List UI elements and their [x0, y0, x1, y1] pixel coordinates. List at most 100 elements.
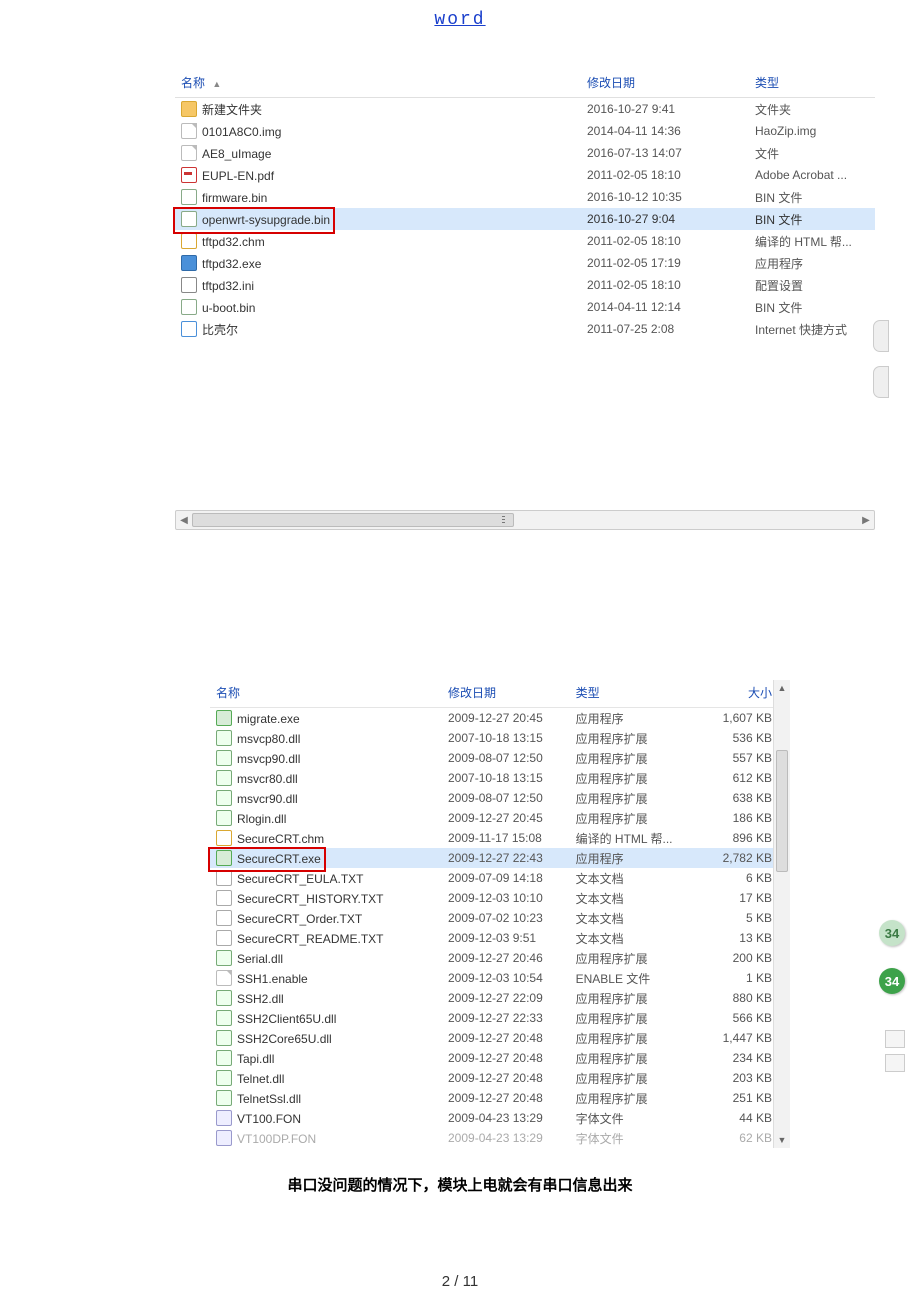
right-side-knobs [873, 320, 889, 412]
table-row[interactable]: EUPL-EN.pdf2011-02-05 18:10Adobe Acrobat… [175, 164, 875, 186]
table-row[interactable]: SecureCRT_HISTORY.TXT2009-12-03 10:10文本文… [210, 888, 790, 908]
file-name: EUPL-EN.pdf [202, 169, 274, 183]
file-name: u-boot.bin [202, 301, 255, 315]
dll-icon [216, 810, 232, 826]
file-date: 2009-12-27 20:46 [442, 948, 570, 968]
table-row[interactable]: SSH1.enable2009-12-03 10:54ENABLE 文件1 KB [210, 968, 790, 988]
table-row[interactable]: SecureCRT_Order.TXT2009-07-02 10:23文本文档5… [210, 908, 790, 928]
table-row[interactable]: VT100DP.FON2009-04-23 13:29字体文件62 KB [210, 1128, 790, 1148]
table-row[interactable]: Rlogin.dll2009-12-27 20:45应用程序扩展186 KB [210, 808, 790, 828]
file-name: msvcp90.dll [237, 752, 300, 766]
table-row[interactable]: Telnet.dll2009-12-27 20:48应用程序扩展203 KB [210, 1068, 790, 1088]
dll-icon [216, 730, 232, 746]
file-list-panel-2: 名称 修改日期 类型 大小 migrate.exe2009-12-27 20:4… [210, 680, 790, 1148]
file-type: BIN 文件 [749, 186, 875, 208]
scroll-left-icon[interactable]: ◀ [176, 515, 192, 526]
table-row[interactable]: 比壳尔2011-07-25 2:08Internet 快捷方式 [175, 318, 875, 340]
table-row[interactable]: msvcr80.dll2007-10-18 13:15应用程序扩展612 KB [210, 768, 790, 788]
file-name: SecureCRT.exe [237, 852, 321, 866]
table-row[interactable]: Serial.dll2009-12-27 20:46应用程序扩展200 KB [210, 948, 790, 968]
file-date: 2016-10-27 9:04 [581, 208, 749, 230]
table-row[interactable]: msvcp80.dll2007-10-18 13:15应用程序扩展536 KB [210, 728, 790, 748]
txt-icon [216, 910, 232, 926]
file-date: 2016-10-27 9:41 [581, 98, 749, 121]
table-row[interactable]: tftpd32.chm2011-02-05 18:10编译的 HTML 帮... [175, 230, 875, 252]
col-date-header-2[interactable]: 修改日期 [442, 680, 570, 708]
vertical-scrollbar[interactable]: ▲ ▼ [773, 680, 790, 1148]
file-name: msvcp80.dll [237, 732, 300, 746]
dll-icon [216, 790, 232, 806]
folder-icon [181, 101, 197, 117]
col-name-header[interactable]: 名称 ▲ [175, 70, 581, 98]
file-date: 2009-12-03 10:54 [442, 968, 570, 988]
knob-icon [873, 366, 889, 398]
file-date: 2009-11-17 15:08 [442, 828, 570, 848]
net-icon [181, 321, 197, 337]
table-row[interactable]: SecureCRT.exe2009-12-27 22:43应用程序2,782 K… [210, 848, 790, 868]
step-badges: 34 34 [879, 920, 905, 1016]
col-type-header[interactable]: 类型 [749, 70, 875, 98]
file-type: 字体文件 [570, 1128, 686, 1148]
file-date: 2009-08-07 12:50 [442, 748, 570, 768]
table-row[interactable]: AE8_uImage2016-07-13 14:07文件 [175, 142, 875, 164]
dll-icon [216, 1090, 232, 1106]
col-date-header[interactable]: 修改日期 [581, 70, 749, 98]
scroll-thumb[interactable] [192, 513, 514, 527]
file-date: 2014-04-11 12:14 [581, 296, 749, 318]
file-type: 应用程序扩展 [570, 808, 686, 828]
table-row[interactable]: VT100.FON2009-04-23 13:29字体文件44 KB [210, 1108, 790, 1128]
file-type: 应用程序扩展 [570, 1048, 686, 1068]
table-row[interactable]: SecureCRT_EULA.TXT2009-07-09 14:18文本文档6 … [210, 868, 790, 888]
file-type: 文本文档 [570, 908, 686, 928]
table-row[interactable]: firmware.bin 2016-10-12 10:35BIN 文件 [175, 186, 875, 208]
table-row[interactable]: Tapi.dll2009-12-27 20:48应用程序扩展234 KB [210, 1048, 790, 1068]
table-row[interactable]: SSH2.dll2009-12-27 22:09应用程序扩展880 KB [210, 988, 790, 1008]
file-date: 2011-02-05 18:10 [581, 164, 749, 186]
table-row[interactable]: SecureCRT_README.TXT2009-12-03 9:51文本文档1… [210, 928, 790, 948]
file-type: 应用程序扩展 [570, 1068, 686, 1088]
file-type: 文件夹 [749, 98, 875, 121]
file-date: 2007-10-18 13:15 [442, 768, 570, 788]
table-row[interactable]: 新建文件夹2016-10-27 9:41文件夹 [175, 98, 875, 121]
file-type: 应用程序扩展 [570, 788, 686, 808]
file-date: 2009-12-27 22:09 [442, 988, 570, 1008]
file-date: 2016-10-12 10:35 [581, 186, 749, 208]
table-row[interactable]: SSH2Core65U.dll2009-12-27 20:48应用程序扩展1,4… [210, 1028, 790, 1048]
table-row[interactable]: migrate.exe2009-12-27 20:45应用程序1,607 KB [210, 708, 790, 729]
table-row[interactable]: SecureCRT.chm2009-11-17 15:08编译的 HTML 帮.… [210, 828, 790, 848]
table-row[interactable]: msvcp90.dll2009-08-07 12:50应用程序扩展557 KB [210, 748, 790, 768]
font-icon [216, 1110, 232, 1126]
ini-icon [181, 277, 197, 293]
scroll-thumb-v[interactable] [776, 750, 788, 872]
chm-icon [181, 233, 197, 249]
table-row[interactable]: TelnetSsl.dll2009-12-27 20:48应用程序扩展251 K… [210, 1088, 790, 1108]
table-row[interactable]: tftpd32.ini2011-02-05 18:10配置设置 [175, 274, 875, 296]
file-type: 应用程序扩展 [570, 988, 686, 1008]
scroll-track[interactable] [192, 511, 858, 529]
step-badge-34b: 34 [879, 968, 905, 994]
scroll-down-icon[interactable]: ▼ [774, 1132, 790, 1148]
horizontal-scrollbar[interactable]: ◀ ▶ [175, 510, 875, 530]
col-type-header-2[interactable]: 类型 [570, 680, 686, 708]
top-word-link[interactable]: word [0, 10, 920, 30]
table-row[interactable]: tftpd32.exe2011-02-05 17:19应用程序 [175, 252, 875, 274]
scroll-right-icon[interactable]: ▶ [858, 515, 874, 526]
file-name: Tapi.dll [237, 1052, 274, 1066]
file-name: firmware.bin [202, 191, 267, 205]
file-name: AE8_uImage [202, 147, 271, 161]
font-icon [216, 1130, 232, 1146]
app-icon [216, 710, 232, 726]
file-type: 应用程序扩展 [570, 728, 686, 748]
scroll-up-icon[interactable]: ▲ [774, 680, 790, 696]
table-row[interactable]: SSH2Client65U.dll2009-12-27 22:33应用程序扩展5… [210, 1008, 790, 1028]
table-row[interactable]: 0101A8C0.img2014-04-11 14:36HaoZip.img [175, 120, 875, 142]
file-date: 2014-04-11 14:36 [581, 120, 749, 142]
file-type: 字体文件 [570, 1108, 686, 1128]
file-date: 2009-07-02 10:23 [442, 908, 570, 928]
exe-icon [181, 255, 197, 271]
table-row[interactable]: u-boot.bin2014-04-11 12:14BIN 文件 [175, 296, 875, 318]
table-row[interactable]: msvcr90.dll2009-08-07 12:50应用程序扩展638 KB [210, 788, 790, 808]
table-row[interactable]: openwrt-sysupgrade.bin2016-10-27 9:04BIN… [175, 208, 875, 230]
file-date: 2007-10-18 13:15 [442, 728, 570, 748]
col-name-header-2[interactable]: 名称 [210, 680, 442, 708]
